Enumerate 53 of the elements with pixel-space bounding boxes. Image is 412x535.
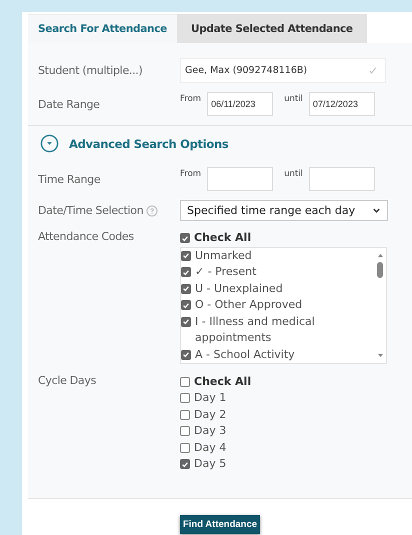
time-field[interactable]	[207, 167, 274, 191]
checkbox[interactable]	[181, 316, 191, 326]
checkbox-item[interactable]: A - School Activity	[181, 346, 341, 362]
field-label: Date/Time Selection	[38, 204, 144, 217]
chevron-down-icon	[372, 206, 381, 215]
checkbox[interactable]	[181, 300, 191, 310]
checkbox-item[interactable]: Day 1	[180, 390, 252, 406]
from-label: From	[180, 94, 202, 104]
student-field[interactable]: Gee, Max (9092748116B)	[180, 58, 386, 83]
checkbox-item[interactable]: Day 2	[180, 406, 252, 423]
checkbox[interactable]	[181, 250, 191, 260]
checkbox-item[interactable]: O - Other Approved	[181, 297, 341, 314]
date-field[interactable]: 06/11/2023	[207, 92, 274, 116]
checkbox-item[interactable]: I - Illness and medical appointments	[181, 314, 341, 346]
checkbox[interactable]	[180, 410, 190, 420]
checkbox[interactable]	[181, 350, 191, 360]
tab[interactable]: Search For Attendance	[28, 14, 177, 43]
checkbox-item[interactable]: U - Unexplained	[181, 280, 341, 297]
scroll-down-icon[interactable]	[376, 352, 384, 358]
field-label: Date Range	[38, 98, 101, 110]
checkbox-item[interactable]: Day 4	[180, 440, 252, 456]
check-icon	[368, 66, 377, 75]
until-label: until	[284, 94, 303, 104]
checkbox-item[interactable]: Day 3	[180, 423, 252, 440]
expand-icon[interactable]	[40, 134, 59, 153]
section-heading[interactable]: Advanced Search Options	[69, 136, 228, 150]
checkbox[interactable]	[181, 267, 191, 277]
time-field[interactable]	[308, 167, 375, 191]
from-label: From	[180, 169, 202, 179]
dropdown[interactable]: Specified time range each day	[180, 200, 388, 221]
checkbox[interactable]	[180, 426, 190, 436]
checkbox-item[interactable]: Day 5	[180, 456, 252, 472]
checkbox-item[interactable]: ✓ - Present	[181, 264, 341, 280]
checkbox[interactable]	[180, 393, 190, 403]
help-icon[interactable]	[146, 204, 158, 216]
checkbox[interactable]	[180, 442, 190, 452]
field-label: Attendance Codes	[38, 230, 135, 243]
tab[interactable]: Update Selected Attendance	[176, 14, 367, 43]
checkbox-item[interactable]: Unmarked	[181, 248, 341, 264]
checkbox-item[interactable]: Check All	[180, 374, 252, 390]
checkbox[interactable]	[181, 284, 191, 294]
date-field[interactable]: 07/12/2023	[308, 92, 375, 116]
checkbox[interactable]	[180, 233, 190, 243]
field-label: Cycle Days	[38, 374, 98, 386]
field-label: Student (multiple...)	[38, 64, 144, 77]
until-label: until	[284, 169, 303, 179]
scrollbar-thumb[interactable]	[377, 262, 383, 278]
field-label: Time Range	[38, 172, 102, 186]
checkbox[interactable]	[180, 459, 190, 469]
checkbox-item[interactable]: Check All	[180, 230, 387, 246]
scroll-up-icon[interactable]	[376, 252, 384, 258]
find-attendance-button[interactable]: Find Attendance	[180, 515, 260, 534]
checkbox[interactable]	[180, 376, 190, 386]
